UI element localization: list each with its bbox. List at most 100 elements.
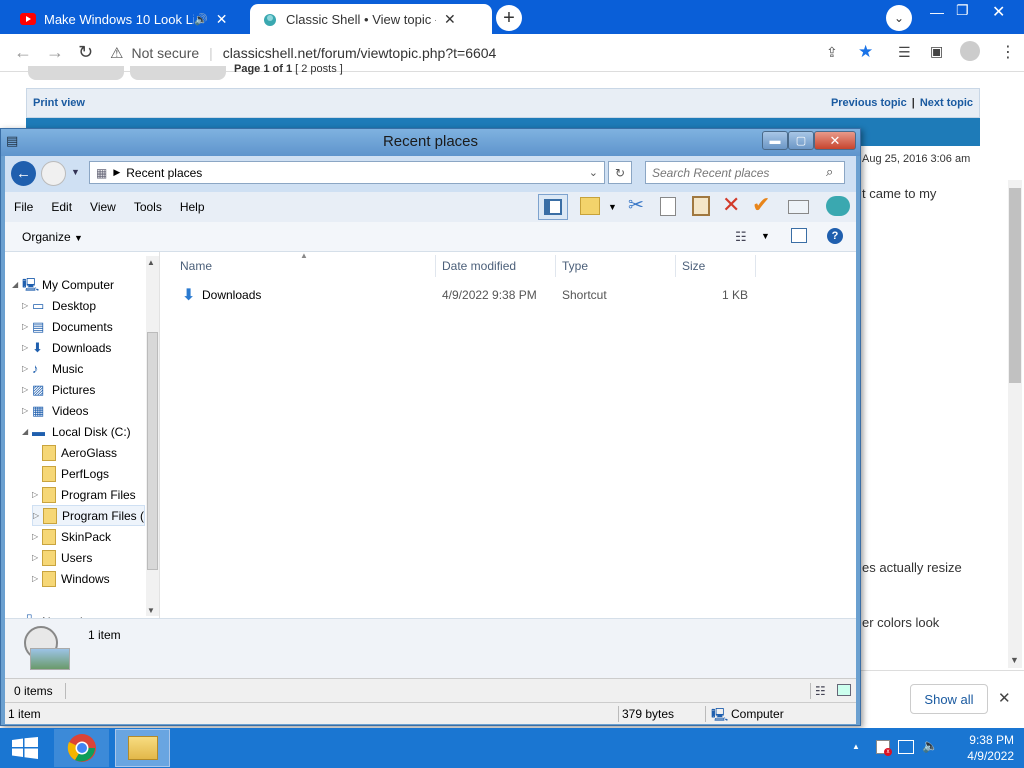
tab-search-icon[interactable]: ⌄ xyxy=(886,5,912,31)
properties-check-icon[interactable]: ✔ xyxy=(752,192,770,218)
expand-arrow-icon[interactable]: ▷ xyxy=(32,532,42,541)
close-button[interactable]: ✕ xyxy=(814,131,856,150)
expand-arrow-icon[interactable]: ▷ xyxy=(22,385,32,394)
tree-item-perflogs[interactable]: PerfLogs xyxy=(32,463,109,484)
minimize-icon[interactable]: — xyxy=(930,4,944,20)
expand-arrow-icon[interactable]: ▷ xyxy=(32,553,42,562)
menu-file[interactable]: File xyxy=(5,200,42,214)
profile-avatar-icon[interactable] xyxy=(960,41,980,61)
next-topic-link[interactable]: Next topic xyxy=(920,97,973,109)
preview-pane-icon[interactable] xyxy=(791,228,807,243)
tree-item-downloads[interactable]: ▷ ⬇ Downloads xyxy=(22,337,111,358)
recent-locations-icon[interactable]: ▼ xyxy=(71,167,80,177)
tree-scroll-up-icon[interactable]: ▲ xyxy=(147,258,155,267)
classic-shell-settings-icon[interactable] xyxy=(826,196,850,216)
taskbar-chrome[interactable] xyxy=(54,729,109,767)
column-header-type[interactable]: Type xyxy=(562,259,588,273)
volume-icon[interactable]: 🔈 xyxy=(922,738,938,754)
tree-item-program-files[interactable]: ▷ Program Files ( xyxy=(32,505,145,526)
maximize-button[interactable]: ▢ xyxy=(788,131,814,150)
tree-item-my-computer[interactable]: ◢ 🖳 My Computer xyxy=(12,274,114,295)
tree-item-windows[interactable]: ▷ Windows xyxy=(32,568,110,589)
omnibox[interactable]: ⚠ Not secure | classicshell.net/forum/vi… xyxy=(110,40,880,66)
forward-arrow-icon[interactable] xyxy=(41,161,66,186)
thumbnails-view-icon[interactable] xyxy=(837,684,851,696)
reload-icon[interactable]: ↻ xyxy=(78,42,93,63)
back-icon[interactable]: ← xyxy=(14,42,32,63)
tree-item-videos[interactable]: ▷ ▦ Videos xyxy=(22,400,88,421)
column-divider[interactable] xyxy=(755,255,756,277)
tree-item-music[interactable]: ▷ ♪ Music xyxy=(22,358,83,379)
bookmark-star-icon[interactable]: ★ xyxy=(858,42,873,62)
menu-tools[interactable]: Tools xyxy=(125,200,171,214)
preview-pane-toggle-icon[interactable] xyxy=(538,194,568,220)
close-download-bar-icon[interactable]: ✕ xyxy=(998,689,1011,707)
network-tray-icon[interactable] xyxy=(898,740,914,754)
action-center-icon[interactable]: x xyxy=(876,740,892,756)
close-tab-icon[interactable]: ✕ xyxy=(216,11,228,28)
previous-topic-link[interactable]: Previous topic xyxy=(831,97,907,109)
search-input[interactable]: Search Recent places xyxy=(645,161,845,184)
folder-options-icon[interactable] xyxy=(580,197,600,215)
expand-arrow-icon[interactable]: ▷ xyxy=(22,322,32,331)
column-divider[interactable] xyxy=(555,255,556,277)
expand-arrow-icon[interactable]: ▷ xyxy=(22,343,32,352)
email-icon[interactable] xyxy=(788,200,809,214)
show-hidden-icons-icon[interactable]: ▲ xyxy=(852,742,860,751)
file-row[interactable]: ⬇ Downloads 4/9/2022 9:38 PM Shortcut 1 … xyxy=(172,284,762,306)
tab-youtube[interactable]: Make Windows 10 Look Like 🔊 ✕ xyxy=(8,4,248,34)
menu-help[interactable]: Help xyxy=(171,200,214,214)
tree-scrollbar-thumb[interactable] xyxy=(147,332,158,570)
delete-icon[interactable]: ✕ xyxy=(722,192,740,218)
tree-item-aeroglass[interactable]: AeroGlass xyxy=(32,442,117,463)
tree-item-desktop[interactable]: ▷ ▭ Desktop xyxy=(22,295,96,316)
menu-view[interactable]: View xyxy=(81,200,125,214)
help-icon[interactable]: ? xyxy=(827,228,843,244)
back-arrow-icon[interactable]: ← xyxy=(11,161,36,186)
close-window-icon[interactable]: ✕ xyxy=(992,2,1005,22)
view-dropdown-icon[interactable]: ▼ xyxy=(761,231,770,241)
tree-item-pictures[interactable]: ▷ ▨ Pictures xyxy=(22,379,95,400)
new-topic-button[interactable] xyxy=(28,66,124,80)
copy-icon[interactable] xyxy=(660,197,676,216)
paste-icon[interactable] xyxy=(692,196,710,216)
restore-icon[interactable]: ❐ xyxy=(956,2,969,19)
tab-classic-shell[interactable]: Classic Shell • View topic - Origin ✕ xyxy=(250,4,492,34)
start-button[interactable] xyxy=(0,728,50,768)
collapse-arrow-icon[interactable]: ◢ xyxy=(22,427,32,436)
organize-button[interactable]: Organize ▼ xyxy=(22,230,83,244)
tree-item-program-files[interactable]: ▷ Program Files xyxy=(32,484,136,505)
column-header-date[interactable]: Date modified xyxy=(442,259,516,273)
side-panel-icon[interactable]: ▣ xyxy=(930,43,943,60)
share-icon[interactable]: ⇪ xyxy=(826,44,838,61)
expand-arrow-icon[interactable]: ▷ xyxy=(33,511,43,520)
details-view-icon[interactable]: ☷ xyxy=(815,684,826,698)
menu-dots-icon[interactable]: ⋮ xyxy=(1000,42,1016,62)
tree-item-skinpack[interactable]: ▷ SkinPack xyxy=(32,526,111,547)
breadcrumb[interactable]: Recent places xyxy=(126,166,202,180)
tree-item-documents[interactable]: ▷ ▤ Documents xyxy=(22,316,113,337)
address-dropdown-icon[interactable]: ⌄ xyxy=(589,166,598,179)
warning-icon[interactable]: ⚠ xyxy=(110,44,123,62)
address-bar[interactable]: ▦ ▶ Recent places ⌄ xyxy=(89,161,605,184)
column-header-size[interactable]: Size xyxy=(682,259,705,273)
expand-arrow-icon[interactable]: ▷ xyxy=(22,406,32,415)
minimize-button[interactable]: ▬ xyxy=(762,131,788,150)
expand-arrow-icon[interactable]: ▷ xyxy=(32,574,42,583)
menu-edit[interactable]: Edit xyxy=(42,200,81,214)
cut-icon[interactable]: ✂ xyxy=(628,194,644,217)
show-all-button[interactable]: Show all xyxy=(910,684,988,714)
forward-icon[interactable]: → xyxy=(46,42,64,63)
column-divider[interactable] xyxy=(675,255,676,277)
page-scrollbar-thumb[interactable] xyxy=(1009,188,1021,383)
view-options-icon[interactable]: ☷ xyxy=(735,229,747,245)
system-clock[interactable]: 9:38 PM 4/9/2022 xyxy=(950,732,1014,764)
tree-item-local-disk-c[interactable]: ◢ ▬ Local Disk (C:) xyxy=(22,421,131,442)
print-view-link[interactable]: Print view xyxy=(33,97,85,109)
breadcrumb-arrow-icon[interactable]: ▶ xyxy=(113,167,120,178)
new-tab-button[interactable]: + xyxy=(496,5,522,31)
scroll-down-icon[interactable]: ▼ xyxy=(1010,655,1019,665)
tree-item-users[interactable]: ▷ Users xyxy=(32,547,92,568)
post-reply-button[interactable] xyxy=(130,66,226,80)
reading-list-icon[interactable]: ☰ xyxy=(898,44,911,61)
